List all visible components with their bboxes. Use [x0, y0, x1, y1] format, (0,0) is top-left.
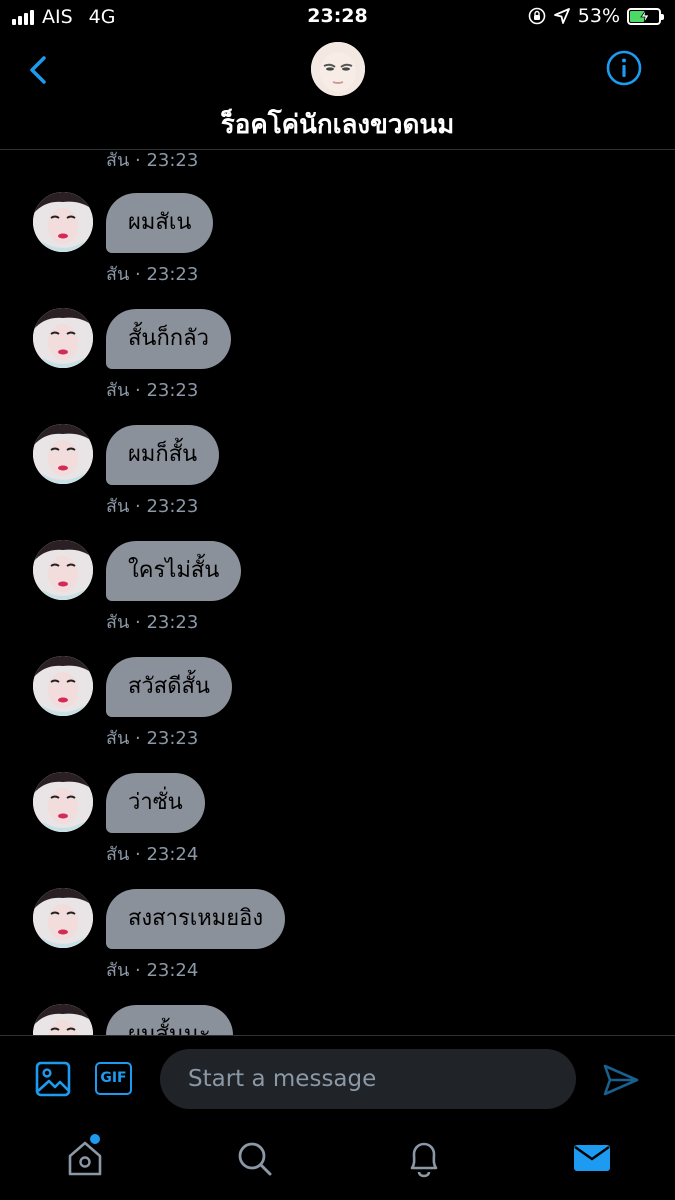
message-row: ว่าซั่น สัน · 23:24 — [0, 731, 675, 865]
image-icon[interactable] — [35, 1061, 71, 1097]
info-icon[interactable] — [605, 49, 643, 87]
status-bar: AIS 4G 23:28 53% — [0, 0, 675, 34]
avatar-image — [33, 656, 93, 716]
message-bubble[interactable]: ผมสั้นนะ — [106, 1005, 233, 1035]
avatar-image — [33, 192, 93, 252]
header-avatar[interactable] — [311, 42, 365, 96]
message-row: ผมก็สั้น สัน · 23:23 — [0, 383, 675, 517]
avatar-image — [33, 540, 93, 600]
gif-button[interactable]: GIF — [95, 1062, 132, 1095]
location-arrow-icon — [553, 8, 570, 24]
message-row: ผมสั้นนะ — [0, 963, 675, 1035]
message-bubble[interactable]: ว่าซั่น — [106, 773, 205, 833]
sender-avatar[interactable] — [33, 888, 93, 948]
chevron-left-icon[interactable] — [22, 50, 58, 90]
message-row: สั้นก็กลัว สัน · 23:23 — [0, 267, 675, 401]
message-composer: GIF — [0, 1035, 675, 1123]
sender-avatar[interactable] — [33, 192, 93, 252]
sender-avatar[interactable] — [33, 1004, 93, 1035]
avatar-image — [33, 308, 93, 368]
search-icon[interactable] — [234, 1137, 274, 1179]
sender-avatar[interactable] — [33, 656, 93, 716]
message-bubble[interactable]: สงสารเหมยอิง — [106, 889, 286, 949]
message-bubble[interactable]: สวัสดีสั้น — [106, 657, 232, 717]
avatar-image — [33, 772, 93, 832]
message-row: สวัสดีสั้น สัน · 23:23 — [0, 615, 675, 749]
conversation-header: ร็อคโค่นักเลงขวดนม — [0, 34, 675, 150]
avatar-image — [33, 1004, 93, 1035]
sender-avatar[interactable] — [33, 424, 93, 484]
sender-avatar[interactable] — [33, 772, 93, 832]
message-input[interactable] — [160, 1049, 576, 1109]
home-icon[interactable] — [65, 1137, 105, 1179]
avatar-image — [33, 888, 93, 948]
message-bubble[interactable]: สั้นก็กลัว — [106, 309, 231, 369]
avatar-image — [311, 42, 365, 96]
bell-icon[interactable] — [404, 1137, 444, 1179]
avatar-image — [33, 424, 93, 484]
mail-icon[interactable] — [572, 1137, 612, 1179]
notification-dot — [90, 1134, 100, 1144]
message-bubble[interactable]: ผมก็สั้น — [106, 425, 220, 485]
battery-percent: 53% — [577, 5, 620, 27]
message-bubble[interactable]: ผมสัเน — [106, 193, 214, 253]
message-row: ผมสัเน สัน · 23:23 — [0, 151, 675, 285]
message-list[interactable]: สัน · 23:23 ผมสัเน สัน · 23:23 สั้นก็กลัวส… — [0, 151, 675, 1035]
orientation-lock-icon — [528, 7, 546, 25]
sender-avatar[interactable] — [33, 308, 93, 368]
status-right: 53% — [528, 5, 664, 27]
sender-avatar[interactable] — [33, 540, 93, 600]
message-row: ใครไม่สั้น สัน · 23:23 — [0, 499, 675, 633]
conversation-name[interactable]: ร็อคโค่นักเลงขวดนม — [0, 104, 675, 145]
message-bubble[interactable]: ใครไม่สั้น — [106, 541, 242, 601]
battery-icon — [627, 7, 664, 25]
send-icon[interactable] — [601, 1060, 641, 1100]
message-row: สงสารเหมยอิง สัน · 23:24 — [0, 847, 675, 981]
tab-bar — [0, 1123, 675, 1200]
